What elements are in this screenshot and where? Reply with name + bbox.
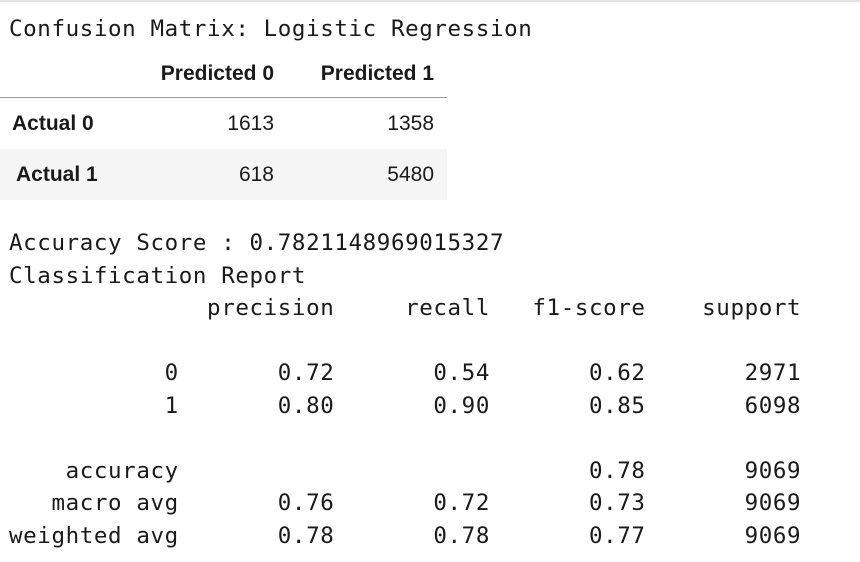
row-header-actual-0: Actual 0: [12, 112, 94, 135]
accuracy-score-line: Accuracy Score : 0.7821148969015327: [9, 230, 505, 256]
confusion-matrix-table: Predicted 0 Predicted 1 Actual 0 1613 13…: [0, 50, 447, 200]
table-row: Actual 0 1613 1358: [0, 98, 447, 149]
report-row: 0 0.72 0.54 0.62 2971: [9, 360, 802, 386]
table-header-row: Predicted 0 Predicted 1: [0, 50, 447, 98]
classification-report-output: Accuracy Score : 0.7821148969015327 Class…: [9, 227, 801, 552]
confusion-matrix-title: Confusion Matrix: Logistic Regression: [9, 16, 533, 42]
column-header-predicted-1: Predicted 1: [320, 62, 434, 85]
report-row: weighted avg 0.78 0.78 0.77 9069: [9, 522, 802, 549]
row-header-actual-1: Actual 1: [16, 163, 98, 186]
table-cell: 5480: [387, 163, 434, 186]
report-row: accuracy 0.78 9069: [9, 457, 802, 484]
table-cell: 1358: [387, 112, 434, 135]
column-header-predicted-0: Predicted 0: [160, 62, 274, 85]
report-row: macro avg 0.76 0.72 0.73 9069: [9, 490, 802, 516]
cell-top-border: [0, 0, 860, 2]
table-cell: 618: [238, 163, 274, 186]
report-header-row: precision recall f1-score support: [9, 295, 802, 321]
table-row: Actual 1 618 5480: [0, 149, 447, 200]
classification-report-title: Classification Report: [9, 262, 307, 289]
table-cell: 1613: [227, 112, 274, 135]
report-row: 1 0.80 0.90 0.85 6098: [9, 392, 802, 419]
